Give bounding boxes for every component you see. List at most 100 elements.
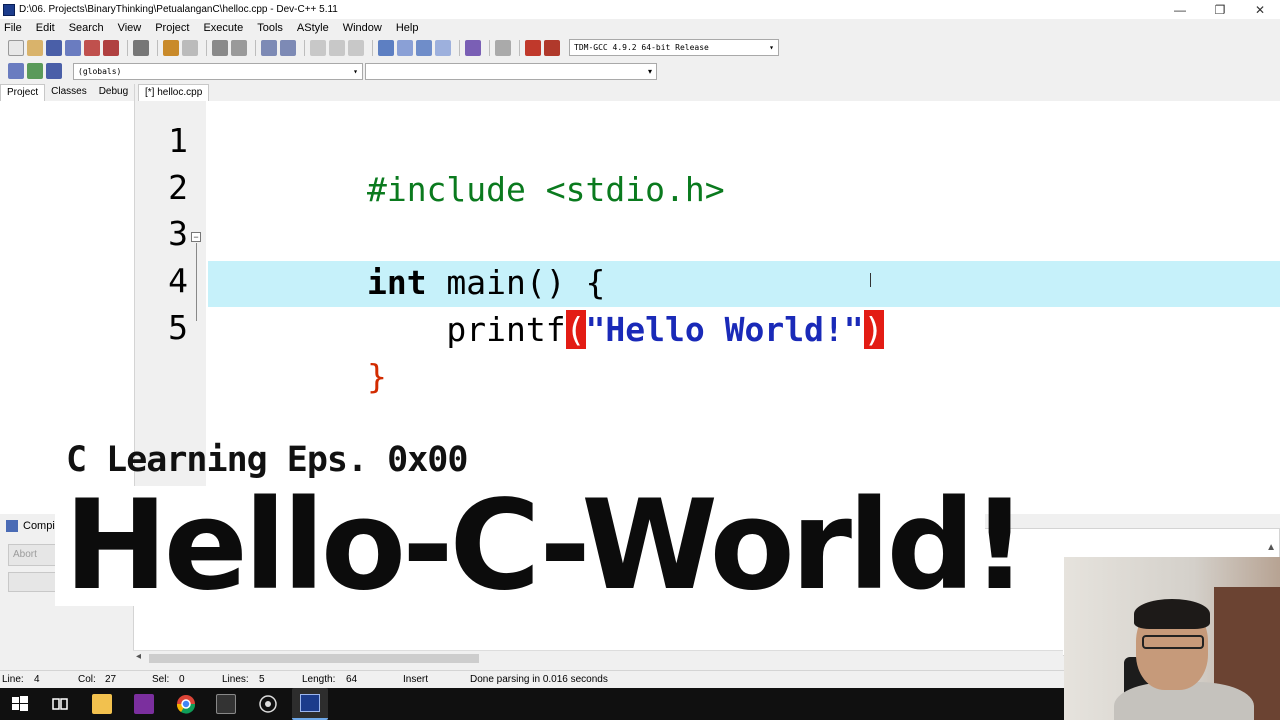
obs-icon[interactable] [258,694,278,714]
code-line-1: #include <stdio.h> [208,121,725,209]
title-bar: D:\06. Projects\BinaryThinking\Petualang… [0,0,1280,19]
compiler-value: TDM-GCC 4.9.2 64-bit Release [574,43,709,52]
devcpp-app-icon [3,3,15,16]
goto-icon[interactable] [27,63,43,79]
chevron-down-icon: ▾ [353,66,358,76]
status-lines-label: Lines: [222,674,249,685]
new-file-icon[interactable] [8,39,24,56]
menu-project[interactable]: Project [155,22,189,34]
close-all-icon[interactable] [103,39,119,56]
tab-project[interactable]: Project [0,84,46,101]
compiler-select[interactable]: TDM-GCC 4.9.2 64-bit Release ▾ [569,39,779,56]
member-select[interactable]: ▾ [365,62,657,80]
menu-view[interactable]: View [118,22,142,34]
tab-debug[interactable]: Debug [93,84,134,101]
unindent-icon[interactable] [280,39,296,56]
minimize-button[interactable]: — [1160,0,1200,19]
terminal-icon[interactable] [216,694,236,714]
class-toolbar: (globals) ▾ ▾ [0,60,1280,82]
status-message: Done parsing in 0.016 seconds [470,674,608,685]
chevron-down-icon: ▾ [769,43,774,52]
shorten-paths-button[interactable] [8,572,56,592]
abort-compilation-button[interactable]: Abort [8,544,56,566]
toolbar-separator [255,39,256,56]
toolbar-separator [519,39,520,56]
menu-execute[interactable]: Execute [203,22,243,34]
chrome-icon[interactable] [176,694,196,714]
find-icon[interactable] [212,39,228,56]
tab-helloc-cpp[interactable]: [*] helloc.cpp [138,84,210,101]
webcam-person-hair [1134,599,1210,629]
window-controls: — ❐ ✕ [1160,0,1280,19]
back-icon[interactable] [310,39,326,56]
menu-file[interactable]: File [4,22,22,34]
print-icon[interactable] [133,39,149,56]
main-toolbar: TDM-GCC 4.9.2 64-bit Release ▾ [0,36,1280,59]
devcpp-taskbar-icon[interactable] [292,688,328,720]
toolbar-separator [127,39,128,56]
line-number: 1 [168,121,188,160]
toolbar-separator [372,39,373,56]
fold-collapse-icon[interactable]: − [191,232,201,242]
menu-search[interactable]: Search [69,22,104,34]
menu-edit[interactable]: Edit [36,22,55,34]
undo-icon[interactable] [163,39,179,56]
code-line-5: } [208,308,387,396]
chart-icon[interactable] [525,39,541,56]
redo-icon[interactable] [182,39,198,56]
code-line-3: int main() { [208,214,605,302]
restore-button[interactable]: ❐ [1200,0,1240,19]
ibeam-cursor-icon [870,273,871,287]
stop-icon[interactable] [495,39,511,56]
line-number: 5 [168,308,188,347]
indent-icon[interactable] [261,39,277,56]
check-syntax-icon[interactable] [465,39,481,56]
toolbar-separator [304,39,305,56]
close-file-icon[interactable] [84,39,100,56]
matched-paren-open: ( [565,310,586,349]
toolbar-separator [459,39,460,56]
code-line-4: printf("Hello World!") [208,261,884,349]
new-project-icon[interactable] [378,39,394,56]
scope-value: (globals) [78,66,122,76]
bookmark-icon[interactable] [348,39,364,56]
insert-icon[interactable] [8,63,24,79]
menu-help[interactable]: Help [396,22,419,34]
windows-start-icon[interactable] [10,694,30,714]
tab-classes[interactable]: Classes [45,84,93,101]
scroll-up-icon[interactable]: ▲ [1266,542,1276,553]
scope-select[interactable]: (globals) ▾ [73,62,363,80]
scrollbar-thumb[interactable] [149,654,479,663]
forward-icon[interactable] [329,39,345,56]
add-to-project-icon[interactable] [416,39,432,56]
menu-astyle[interactable]: AStyle [297,22,329,34]
remove-from-project-icon[interactable] [435,39,451,56]
preprocessor-directive: #include <stdio.h> [366,170,725,209]
onenote-icon[interactable] [134,694,154,714]
menu-tools[interactable]: Tools [257,22,283,34]
save-all-icon[interactable] [65,39,81,56]
episode-title: Hello-C-World! [64,474,1028,618]
menu-bar: File Edit Search View Project Execute To… [0,19,1280,36]
line-number: 3 [168,214,188,253]
tab-compiler[interactable]: Compi [6,520,55,532]
horizontal-scrollbar[interactable]: ◂ [133,650,1063,665]
scroll-left-icon[interactable]: ◂ [136,651,141,662]
task-view-icon[interactable] [50,694,70,714]
replace-icon[interactable] [231,39,247,56]
toggle-icon[interactable] [46,63,62,79]
editor-tabs: [*] helloc.cpp [138,84,1280,101]
project-options-icon[interactable] [397,39,413,56]
profile-icon[interactable] [544,39,560,56]
file-explorer-icon[interactable] [92,694,112,714]
window-title: D:\06. Projects\BinaryThinking\Petualang… [19,4,338,15]
close-button[interactable]: ✕ [1240,0,1280,19]
screen: D:\06. Projects\BinaryThinking\Petualang… [0,0,1280,720]
open-folder-icon[interactable] [27,39,43,56]
toolbar-separator [157,39,158,56]
save-icon[interactable] [46,39,62,56]
matched-paren-close: ) [863,310,884,349]
menu-window[interactable]: Window [343,22,382,34]
status-insert-mode: Insert [403,674,429,685]
toolbar-separator [206,39,207,56]
